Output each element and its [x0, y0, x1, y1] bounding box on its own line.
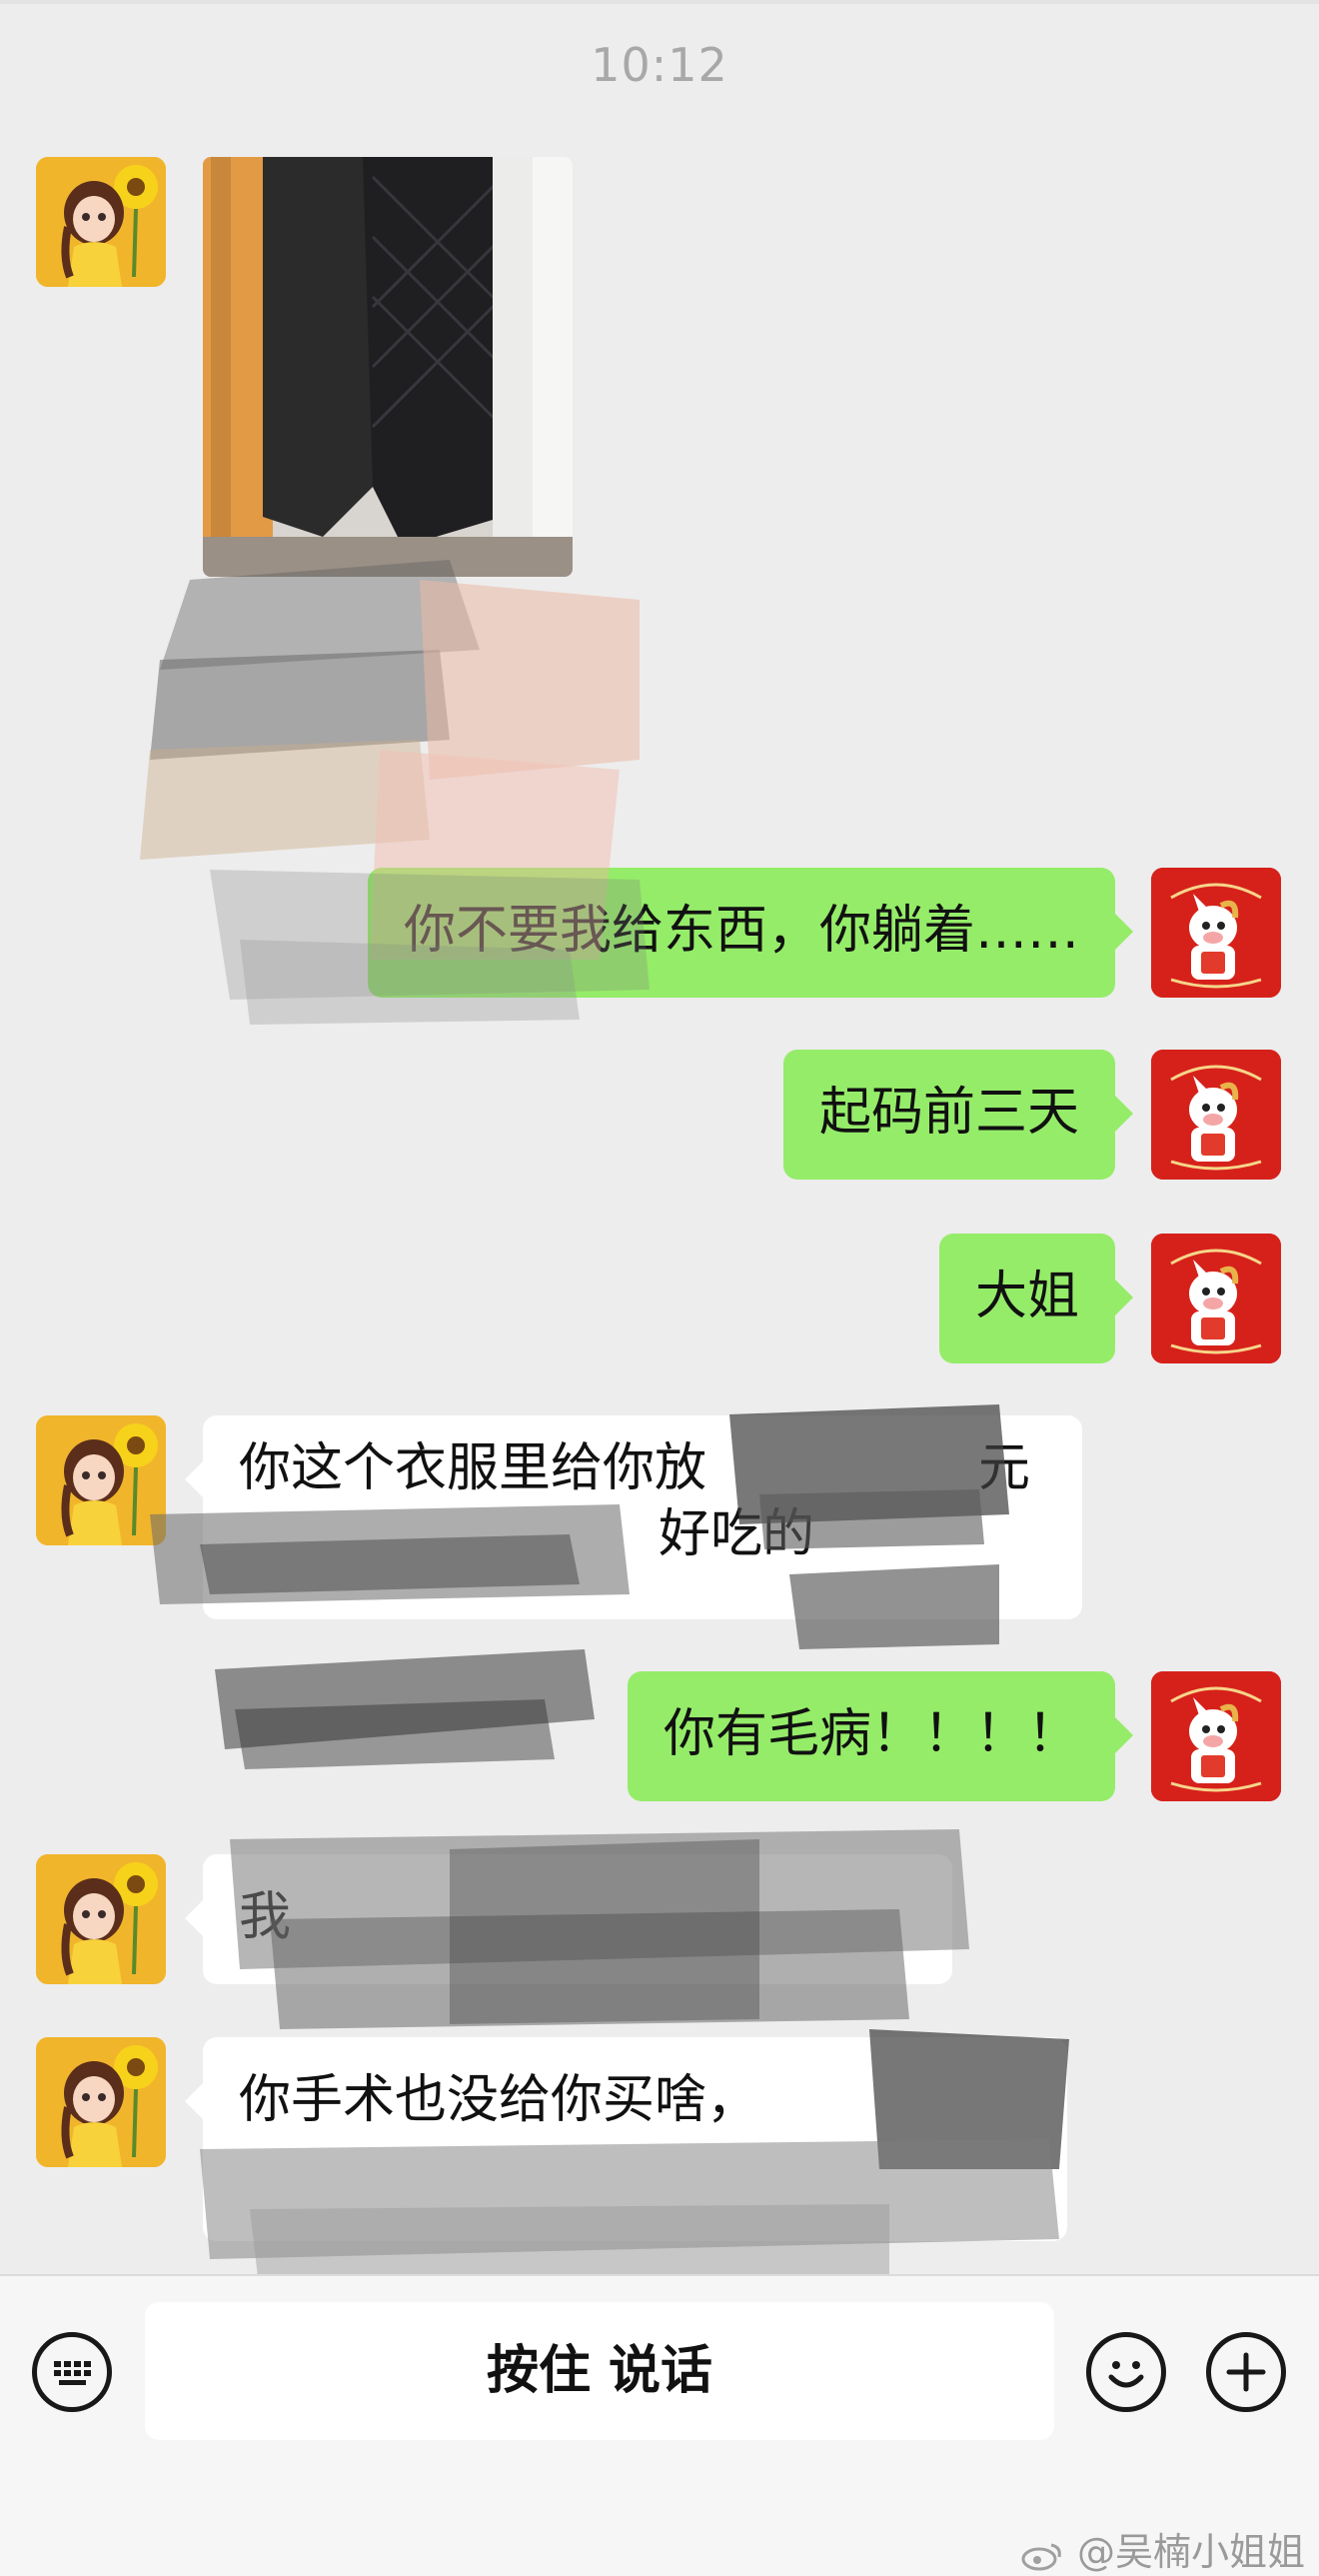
plus-icon [1226, 2352, 1266, 2392]
incoming-message-bubble[interactable]: 我 [185, 1854, 952, 1984]
keyboard-toggle-button[interactable] [32, 2332, 112, 2412]
emoji-button[interactable] [1086, 2332, 1166, 2412]
message-text: 元 [977, 1438, 1030, 1498]
message-text: 你有毛病！！！！ [662, 1704, 1079, 1764]
incoming-message-bubble[interactable]: 你这个衣服里给你放 元 好吃的 [185, 1415, 1082, 1619]
weibo-logo-icon [1021, 2543, 1061, 2570]
outgoing-message-bubble[interactable]: 你有毛病！！！！ [627, 1671, 1134, 1801]
contact-avatar[interactable] [36, 1854, 166, 1984]
hold-to-talk-button[interactable]: 按住 说话 [145, 2302, 1054, 2440]
more-actions-button[interactable] [1206, 2332, 1286, 2412]
outgoing-message-bubble[interactable]: 你不要我给东西，你躺着…… [367, 868, 1134, 998]
message-text: 我 [239, 1887, 292, 1947]
contact-avatar[interactable] [36, 2037, 166, 2167]
message-text: 起码前三天 [818, 1083, 1079, 1143]
my-avatar[interactable] [1151, 1671, 1281, 1801]
my-avatar[interactable] [1151, 1234, 1281, 1363]
incoming-message-bubble[interactable]: 你手术也没给你买啥， [185, 2037, 1067, 2241]
message-text: 你不要我给东西，你躺着…… [403, 901, 1079, 961]
message-text: 好吃的 [659, 1504, 815, 1564]
outgoing-message-bubble[interactable]: 起码前三天 [782, 1050, 1134, 1180]
message-text: 你手术也没给你买啥， [239, 2070, 759, 2130]
top-divider [0, 0, 1319, 4]
message-text: 你这个衣服里给你放 [239, 1438, 707, 1498]
watermark-text: @吴楠小姐姐 [1076, 2530, 1305, 2574]
outgoing-message-bubble[interactable]: 大姐 [938, 1234, 1134, 1363]
emoji-icon [1108, 2361, 1144, 2388]
contact-avatar[interactable] [36, 1415, 166, 1545]
my-avatar[interactable] [1151, 1050, 1281, 1180]
my-avatar[interactable] [1151, 868, 1281, 998]
keyboard-icon [54, 2361, 91, 2385]
chat-timestamp: 10:12 [591, 38, 728, 92]
redaction-scribble [215, 1649, 595, 1769]
photo-message[interactable] [203, 157, 573, 577]
message-text: 大姐 [974, 1267, 1079, 1326]
watermark: @吴楠小姐姐 [1019, 2521, 1305, 2576]
contact-avatar[interactable] [36, 157, 166, 287]
